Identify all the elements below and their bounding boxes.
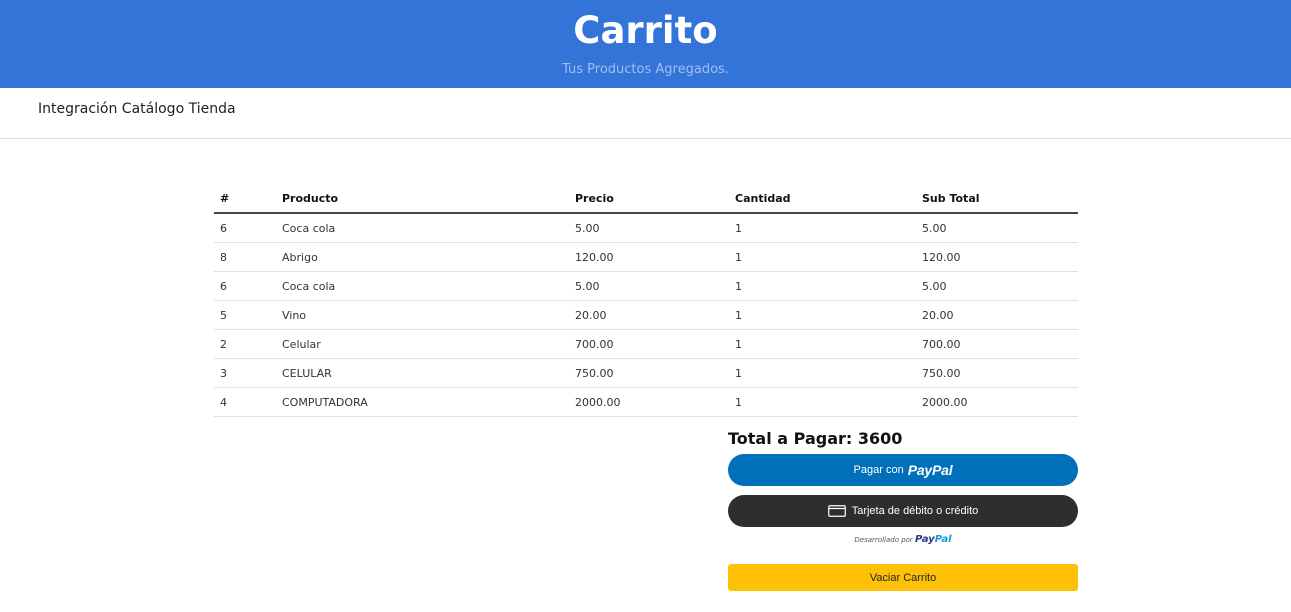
column-header-quantity: Cantidad — [729, 185, 916, 214]
table-row: 2 Celular 700.00 1 700.00 — [214, 329, 1078, 359]
cell-id: 6 — [214, 213, 276, 243]
navbar-brand-link[interactable]: Integración Catálogo Tienda — [38, 100, 236, 118]
cell-price: 2000.00 — [569, 387, 729, 417]
cell-product: Abrigo — [276, 242, 569, 272]
cell-product: CELULAR — [276, 358, 569, 388]
column-header-price: Precio — [569, 185, 729, 214]
powered-by-label: Desarrollado por — [854, 536, 913, 544]
cell-price: 5.00 — [569, 213, 729, 243]
powered-by-paypal-logo-icon: PayPal — [915, 534, 952, 545]
table-row: 4 COMPUTADORA 2000.00 1 2000.00 — [214, 387, 1078, 417]
column-header-number: # — [214, 185, 276, 214]
card-button-label: Tarjeta de débito o crédito — [851, 505, 979, 517]
table-row: 3 CELULAR 750.00 1 750.00 — [214, 358, 1078, 388]
cell-quantity: 1 — [729, 329, 916, 359]
cell-id: 3 — [214, 358, 276, 388]
powered-by-paypal: Desarrollado por PayPal — [728, 533, 1078, 547]
paypal-checkout-button[interactable]: Pagar con PayPal — [728, 454, 1078, 486]
empty-cart-button[interactable]: Vaciar Carrito — [728, 564, 1078, 591]
cell-subtotal: 750.00 — [916, 358, 1078, 388]
cell-quantity: 1 — [729, 271, 916, 301]
cell-quantity: 1 — [729, 358, 916, 388]
table-header-row: # Producto Precio Cantidad Sub Total — [214, 185, 1078, 214]
cell-price: 750.00 — [569, 358, 729, 388]
cell-product: Coca cola — [276, 213, 569, 243]
table-row: 6 Coca cola 5.00 1 5.00 — [214, 213, 1078, 243]
cell-product: Celular — [276, 329, 569, 359]
paypal-logo-icon: PayPal — [907, 462, 953, 478]
cell-id: 4 — [214, 387, 276, 417]
cell-price: 700.00 — [569, 329, 729, 359]
cell-subtotal: 2000.00 — [916, 387, 1078, 417]
column-header-subtotal: Sub Total — [916, 185, 1078, 214]
navbar: Integración Catálogo Tienda — [0, 88, 1291, 139]
page-title: Carrito — [573, 9, 718, 52]
total-to-pay: Total a Pagar: 3600 — [728, 429, 903, 448]
cell-id: 2 — [214, 329, 276, 359]
cell-price: 20.00 — [569, 300, 729, 330]
table-row: 5 Vino 20.00 1 20.00 — [214, 300, 1078, 330]
cell-product: Vino — [276, 300, 569, 330]
cart-table: # Producto Precio Cantidad Sub Total 6 C… — [214, 185, 1078, 417]
cell-quantity: 1 — [729, 300, 916, 330]
cell-id: 8 — [214, 242, 276, 272]
powered-brand-pal: Pal — [934, 534, 952, 545]
paypal-button-prefix: Pagar con — [853, 464, 904, 476]
cell-subtotal: 5.00 — [916, 271, 1078, 301]
cell-subtotal: 5.00 — [916, 213, 1078, 243]
cell-subtotal: 700.00 — [916, 329, 1078, 359]
page-header: Carrito Tus Productos Agregados. — [0, 0, 1291, 88]
cell-price: 120.00 — [569, 242, 729, 272]
table-row: 6 Coca cola 5.00 1 5.00 — [214, 271, 1078, 301]
cell-product: COMPUTADORA — [276, 387, 569, 417]
cell-id: 6 — [214, 271, 276, 301]
cell-price: 5.00 — [569, 271, 729, 301]
credit-card-icon — [827, 505, 846, 517]
cart-table-body: 6 Coca cola 5.00 1 5.00 8 Abrigo 120.00 … — [214, 213, 1078, 417]
cell-product: Coca cola — [276, 271, 569, 301]
cell-subtotal: 20.00 — [916, 300, 1078, 330]
powered-brand-pay: Pay — [915, 534, 935, 545]
page-subtitle: Tus Productos Agregados. — [562, 62, 729, 77]
cell-subtotal: 120.00 — [916, 242, 1078, 272]
cell-id: 5 — [214, 300, 276, 330]
card-checkout-button[interactable]: Tarjeta de débito o crédito — [728, 495, 1078, 527]
table-row: 8 Abrigo 120.00 1 120.00 — [214, 242, 1078, 272]
cell-quantity: 1 — [729, 387, 916, 417]
cart-table-head: # Producto Precio Cantidad Sub Total — [214, 185, 1078, 214]
cell-quantity: 1 — [729, 242, 916, 272]
column-header-product: Producto — [276, 185, 569, 214]
cell-quantity: 1 — [729, 213, 916, 243]
